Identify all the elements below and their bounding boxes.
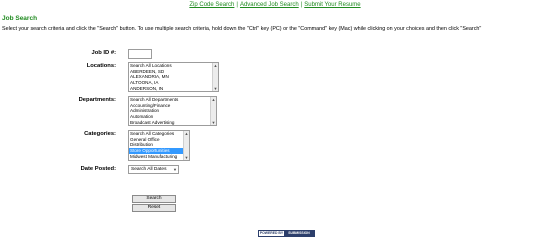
search-button[interactable]: Search bbox=[132, 195, 176, 203]
advanced-job-search-link[interactable]: Advanced Job Search bbox=[240, 2, 299, 8]
scrollbar[interactable]: ▲ ▼ bbox=[183, 131, 189, 160]
submit-resume-link[interactable]: Submit Your Resume bbox=[304, 2, 360, 8]
scroll-down-icon[interactable]: ▼ bbox=[211, 120, 216, 125]
scrollbar[interactable]: ▲ ▼ bbox=[210, 97, 216, 125]
categories-listbox[interactable]: Search All Categories General Office Dis… bbox=[128, 130, 190, 161]
job-id-input[interactable] bbox=[128, 49, 152, 59]
job-id-label: Job ID #: bbox=[91, 50, 116, 56]
date-posted-label: Date Posted: bbox=[80, 166, 116, 172]
scroll-up-icon[interactable]: ▲ bbox=[211, 97, 216, 102]
categories-label: Categories: bbox=[84, 131, 116, 137]
zip-code-search-link[interactable]: Zip Code Search bbox=[189, 2, 234, 8]
powered-by-badge[interactable]: POWERED BY SUBMISSION bbox=[258, 230, 315, 237]
top-links-bar: Zip Code Search | Advanced Job Search | Subm… bbox=[0, 2, 550, 8]
date-posted-select[interactable]: Search All Dates ▼ bbox=[128, 165, 179, 174]
badge-right-text: SUBMISSION bbox=[284, 231, 314, 236]
scroll-down-icon[interactable]: ▼ bbox=[213, 86, 218, 91]
instructions-text: Select your search criteria and click th… bbox=[2, 26, 482, 32]
departments-listbox[interactable]: Search All Departments Accounting/Financ… bbox=[128, 96, 217, 126]
badge-left-text: POWERED BY bbox=[259, 231, 284, 236]
list-option[interactable]: Midwest Manufacturing bbox=[129, 154, 189, 160]
locations-label: Locations: bbox=[86, 63, 116, 69]
reset-button[interactable]: Reset bbox=[132, 204, 176, 212]
list-option[interactable]: Broadcast Advertising bbox=[129, 120, 216, 125]
page-title: Job Search bbox=[2, 15, 38, 22]
date-posted-value: Search All Dates bbox=[131, 167, 167, 172]
chevron-down-icon: ▼ bbox=[173, 167, 177, 172]
list-option[interactable]: ANDERSON, IN bbox=[129, 86, 218, 91]
scroll-up-icon[interactable]: ▲ bbox=[184, 131, 189, 136]
scroll-down-icon[interactable]: ▼ bbox=[184, 155, 189, 160]
scroll-up-icon[interactable]: ▲ bbox=[213, 63, 218, 68]
scrollbar[interactable]: ▲ ▼ bbox=[212, 63, 218, 91]
departments-label: Departments: bbox=[78, 97, 116, 103]
locations-listbox[interactable]: Search All Locations ABERDEEN, SD ALEXAN… bbox=[128, 62, 219, 92]
